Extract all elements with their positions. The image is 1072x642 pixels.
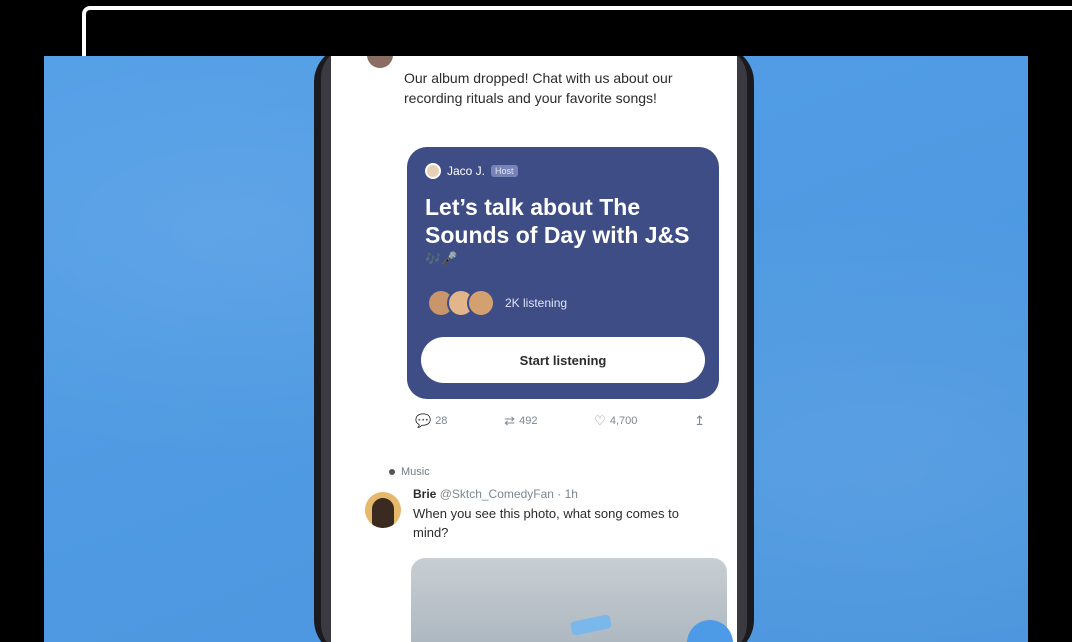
avatar[interactable] xyxy=(365,492,401,528)
listener-avatar xyxy=(467,289,495,317)
reply-count: 28 xyxy=(435,415,448,427)
photo-detail xyxy=(569,613,613,637)
share-icon: ↥ xyxy=(694,413,705,428)
like-count: 4,700 xyxy=(609,415,638,427)
tweet-text: When you see this photo, what song comes… xyxy=(413,506,679,540)
video-frame: Our album dropped! Chat with us about ou… xyxy=(0,0,1072,642)
phone-screen: Our album dropped! Chat with us about ou… xyxy=(331,56,737,642)
space-title: Let’s talk about The Sounds of Day with … xyxy=(425,194,690,248)
host-name: Jaco J. xyxy=(447,164,486,178)
listeners-count: 2K listening xyxy=(505,296,568,310)
reply-action[interactable]: 💬 28 xyxy=(415,413,447,429)
share-action[interactable]: ↥ xyxy=(694,413,705,429)
tweet-actions: 💬 28 ⇄ 492 ♡ 4,700 ↥ xyxy=(415,413,705,429)
space-card[interactable]: Jaco J. Host Let’s talk about The Sounds… xyxy=(407,147,719,399)
author-handle-time: @Sktch_ComedyFan · 1h xyxy=(439,487,578,501)
tweet-text: Our album dropped! Chat with us about ou… xyxy=(404,70,673,106)
listeners-row: 2K listening xyxy=(427,289,567,317)
tweet-meta: Brie @Sktch_ComedyFan · 1h xyxy=(413,487,578,501)
like-icon: ♡ xyxy=(594,413,606,428)
promo-stage: Our album dropped! Chat with us about ou… xyxy=(44,56,1028,642)
retweet-count: 492 xyxy=(519,415,538,427)
retweet-icon: ⇄ xyxy=(504,413,516,428)
topic-label[interactable]: Music xyxy=(389,466,430,478)
start-listening-button[interactable]: Start listening xyxy=(421,337,705,383)
topic-icon xyxy=(389,469,395,475)
host-avatar xyxy=(425,163,441,179)
host-badge: Host xyxy=(491,165,518,177)
topic-text: Music xyxy=(401,466,430,478)
like-action[interactable]: ♡ 4,700 xyxy=(594,413,637,429)
reply-icon: 💬 xyxy=(415,413,432,428)
avatar[interactable] xyxy=(367,56,393,68)
author-name[interactable]: Brie xyxy=(413,487,436,501)
retweet-action[interactable]: ⇄ 492 xyxy=(504,413,537,429)
space-host-row: Jaco J. Host xyxy=(425,163,518,179)
space-emojis: 🎶🎤 xyxy=(425,251,458,266)
tweet-photo[interactable] xyxy=(411,558,727,642)
